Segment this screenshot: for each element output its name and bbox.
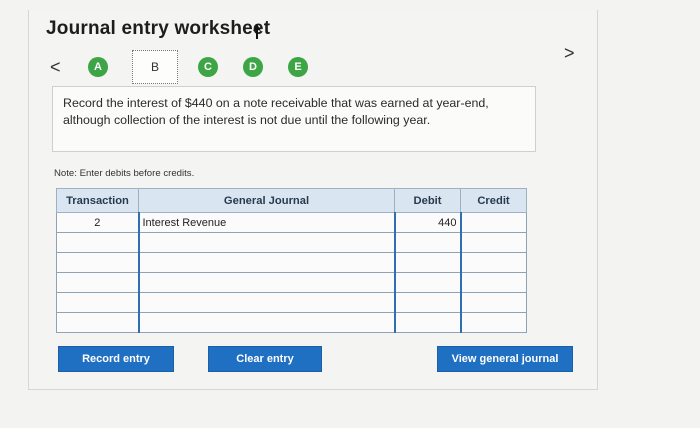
step-e-button[interactable]: E [288, 57, 308, 77]
debit-input[interactable] [393, 232, 461, 253]
journal-header-row: Transaction General Journal Debit Credit [56, 188, 527, 213]
next-arrow-icon[interactable]: > [564, 44, 575, 62]
column-header-transaction: Transaction [56, 188, 139, 213]
table-row [56, 292, 527, 313]
step-b-button[interactable]: B [132, 50, 178, 84]
column-header-debit: Debit [394, 188, 461, 213]
clear-entry-button[interactable]: Clear entry [208, 346, 322, 372]
credit-input[interactable] [459, 312, 527, 333]
transaction-select[interactable] [56, 312, 139, 333]
credit-input[interactable] [459, 252, 527, 273]
worksheet-panel: Journal entry worksheet < > A B C D E Re… [0, 0, 700, 428]
journal-table: Transaction General Journal Debit Credit… [56, 188, 527, 333]
account-input[interactable] [137, 292, 395, 313]
table-row [56, 272, 527, 293]
table-row [56, 312, 527, 333]
account-input[interactable] [137, 272, 395, 293]
account-input[interactable] [137, 252, 395, 273]
view-general-journal-button[interactable]: View general journal [437, 346, 573, 372]
account-input[interactable]: Interest Revenue [137, 212, 395, 233]
step-b-label: B [150, 60, 159, 74]
table-row [56, 232, 527, 253]
mouse-cursor-icon [253, 24, 261, 39]
debit-input[interactable] [393, 252, 461, 273]
table-row [56, 252, 527, 273]
transaction-select[interactable] [56, 272, 139, 293]
step-a-button[interactable]: A [88, 57, 108, 77]
transaction-select[interactable] [56, 292, 139, 313]
transaction-select[interactable]: 2 [56, 212, 139, 233]
transaction-select[interactable] [56, 252, 139, 273]
step-c-button[interactable]: C [198, 57, 218, 77]
entry-note: Note: Enter debits before credits. [54, 168, 195, 179]
account-input[interactable] [137, 232, 395, 253]
page-title: Journal entry worksheet [46, 18, 271, 39]
column-header-credit: Credit [460, 188, 527, 213]
debit-input[interactable] [393, 272, 461, 293]
credit-input[interactable] [459, 212, 527, 233]
question-prompt: Record the interest of $440 on a note re… [52, 86, 536, 152]
previous-arrow-icon[interactable]: < [50, 58, 61, 76]
table-row: 2 Interest Revenue 440 [56, 212, 527, 233]
prompt-text: Record the interest of $440 on a note re… [63, 96, 489, 127]
account-input[interactable] [137, 312, 395, 333]
record-entry-button[interactable]: Record entry [58, 346, 174, 372]
step-d-button[interactable]: D [243, 57, 263, 77]
debit-input[interactable]: 440 [393, 212, 461, 233]
credit-input[interactable] [459, 232, 527, 253]
transaction-select[interactable] [56, 232, 139, 253]
credit-input[interactable] [459, 272, 527, 293]
debit-input[interactable] [393, 292, 461, 313]
credit-input[interactable] [459, 292, 527, 313]
debit-input[interactable] [393, 312, 461, 333]
column-header-general-journal: General Journal [138, 188, 395, 213]
